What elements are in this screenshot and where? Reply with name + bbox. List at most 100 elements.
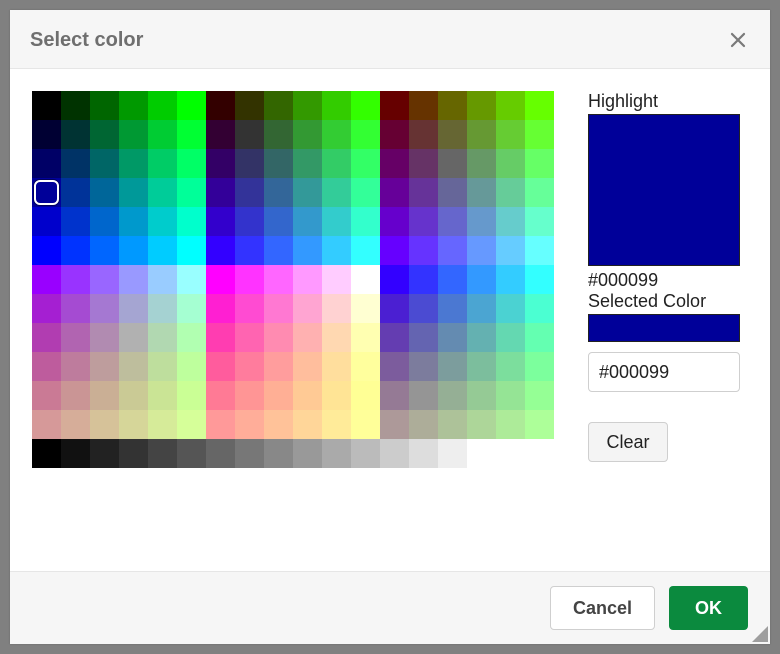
gray-swatch[interactable] [206, 439, 235, 468]
color-swatch[interactable] [235, 410, 264, 439]
color-swatch[interactable] [206, 265, 235, 294]
color-swatch[interactable] [438, 91, 467, 120]
color-swatch[interactable] [264, 91, 293, 120]
color-swatch[interactable] [148, 323, 177, 352]
color-swatch[interactable] [409, 352, 438, 381]
color-swatch[interactable] [148, 294, 177, 323]
color-swatch[interactable] [409, 120, 438, 149]
color-swatch[interactable] [148, 410, 177, 439]
gray-swatch[interactable] [61, 439, 90, 468]
color-swatch[interactable] [467, 265, 496, 294]
color-swatch[interactable] [206, 91, 235, 120]
color-swatch[interactable] [61, 323, 90, 352]
color-swatch[interactable] [351, 265, 380, 294]
color-swatch[interactable] [496, 91, 525, 120]
color-swatch[interactable] [322, 91, 351, 120]
color-swatch[interactable] [322, 178, 351, 207]
color-swatch[interactable] [293, 120, 322, 149]
color-swatch[interactable] [264, 410, 293, 439]
gray-swatch[interactable] [467, 439, 496, 468]
color-swatch[interactable] [409, 410, 438, 439]
color-swatch[interactable] [351, 236, 380, 265]
color-swatch[interactable] [235, 120, 264, 149]
color-swatch[interactable] [177, 120, 206, 149]
gray-swatch[interactable] [380, 439, 409, 468]
color-swatch[interactable] [380, 410, 409, 439]
color-swatch[interactable] [119, 120, 148, 149]
gray-swatch[interactable] [119, 439, 148, 468]
color-swatch[interactable] [119, 178, 148, 207]
color-swatch[interactable] [148, 91, 177, 120]
color-swatch[interactable] [32, 149, 61, 178]
color-swatch[interactable] [264, 381, 293, 410]
color-swatch[interactable] [467, 236, 496, 265]
color-swatch[interactable] [293, 352, 322, 381]
color-swatch[interactable] [322, 265, 351, 294]
color-swatch[interactable] [467, 323, 496, 352]
color-swatch[interactable] [438, 410, 467, 439]
color-swatch[interactable] [525, 207, 554, 236]
color-swatch[interactable] [177, 381, 206, 410]
color-swatch[interactable] [90, 294, 119, 323]
color-swatch[interactable] [380, 236, 409, 265]
color-swatch[interactable] [351, 207, 380, 236]
color-swatch[interactable] [235, 323, 264, 352]
color-swatch[interactable] [148, 178, 177, 207]
color-swatch[interactable] [438, 265, 467, 294]
color-swatch[interactable] [496, 410, 525, 439]
color-swatch[interactable] [409, 91, 438, 120]
color-swatch[interactable] [32, 410, 61, 439]
gray-swatch[interactable] [32, 439, 61, 468]
gray-swatch[interactable] [322, 439, 351, 468]
color-swatch[interactable] [467, 294, 496, 323]
color-swatch[interactable] [119, 323, 148, 352]
color-swatch[interactable] [380, 323, 409, 352]
color-swatch[interactable] [119, 91, 148, 120]
color-swatch[interactable] [467, 381, 496, 410]
gray-swatch[interactable] [525, 439, 554, 468]
color-swatch[interactable] [525, 323, 554, 352]
clear-button[interactable]: Clear [588, 422, 668, 462]
color-swatch[interactable] [90, 323, 119, 352]
color-swatch[interactable] [264, 265, 293, 294]
color-swatch[interactable] [293, 410, 322, 439]
gray-swatch[interactable] [235, 439, 264, 468]
color-swatch[interactable] [32, 120, 61, 149]
gray-swatch[interactable] [438, 439, 467, 468]
color-swatch[interactable] [293, 207, 322, 236]
color-swatch[interactable] [322, 207, 351, 236]
color-swatch[interactable] [409, 294, 438, 323]
color-swatch[interactable] [177, 91, 206, 120]
color-swatch[interactable] [264, 207, 293, 236]
color-swatch[interactable] [119, 381, 148, 410]
ok-button[interactable]: OK [669, 586, 748, 630]
color-swatch[interactable] [438, 352, 467, 381]
color-swatch[interactable] [119, 207, 148, 236]
color-swatch[interactable] [177, 352, 206, 381]
color-swatch[interactable] [322, 236, 351, 265]
color-swatch[interactable] [525, 294, 554, 323]
color-swatch[interactable] [351, 323, 380, 352]
color-swatch[interactable] [90, 178, 119, 207]
color-swatch[interactable] [90, 381, 119, 410]
color-swatch[interactable] [61, 207, 90, 236]
color-swatch[interactable] [32, 265, 61, 294]
color-swatch[interactable] [61, 352, 90, 381]
color-swatch[interactable] [177, 265, 206, 294]
color-swatch[interactable] [409, 236, 438, 265]
color-swatch[interactable] [322, 352, 351, 381]
color-swatch[interactable] [467, 410, 496, 439]
color-swatch[interactable] [380, 294, 409, 323]
color-swatch[interactable] [61, 410, 90, 439]
color-swatch[interactable] [119, 294, 148, 323]
color-swatch[interactable] [119, 236, 148, 265]
gray-swatch[interactable] [409, 439, 438, 468]
color-swatch[interactable] [322, 323, 351, 352]
color-swatch[interactable] [351, 120, 380, 149]
color-swatch[interactable] [148, 381, 177, 410]
color-swatch[interactable] [380, 352, 409, 381]
color-swatch[interactable] [148, 120, 177, 149]
color-swatch[interactable] [467, 91, 496, 120]
color-swatch[interactable] [264, 352, 293, 381]
color-swatch[interactable] [293, 236, 322, 265]
